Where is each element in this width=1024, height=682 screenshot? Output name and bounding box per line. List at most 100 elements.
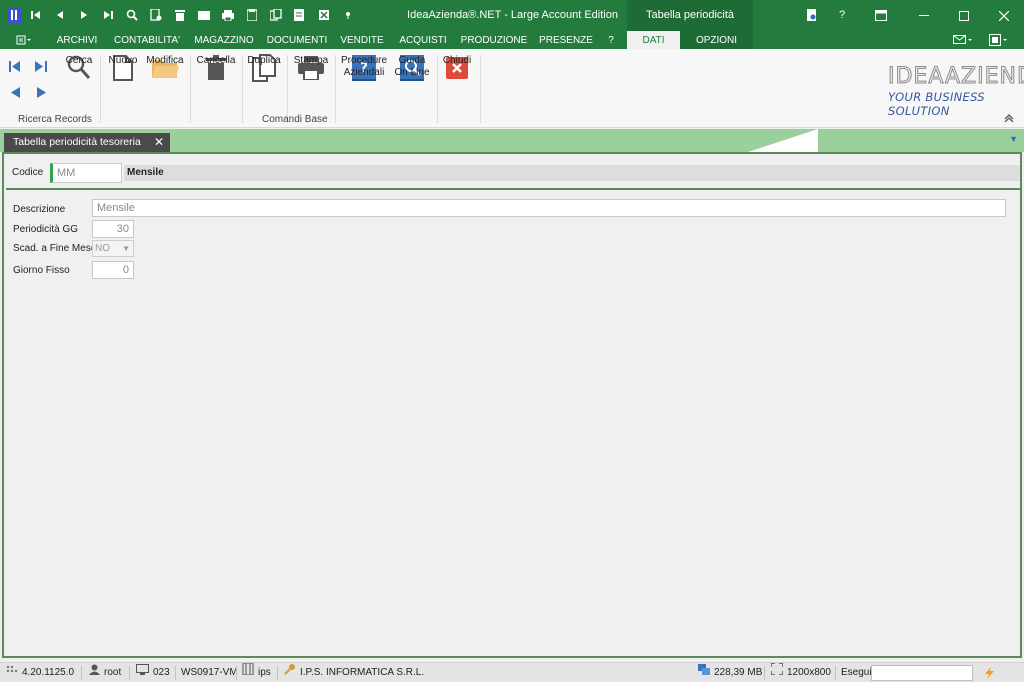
form-panel: Codice MM Mensile Descrizione Mensile Pe…: [2, 152, 1022, 658]
terminal-text: 023: [153, 667, 170, 678]
status-separator: [175, 666, 176, 680]
logo-main-text: IDEAAZIENDA: [888, 64, 1024, 89]
status-separator: [236, 666, 237, 680]
user-text: root: [104, 667, 122, 678]
fullscreen-icon: [770, 662, 784, 682]
scad-fine-mese-select[interactable]: NO ▼: [92, 240, 134, 257]
group-comandi-label: Comandi Base: [262, 114, 328, 125]
menu-vendite[interactable]: VENDITE: [336, 31, 388, 49]
ribbon-separator: [480, 55, 481, 123]
descrizione-label: Descrizione: [13, 204, 66, 215]
ribbon-previous-record-icon[interactable]: [11, 87, 20, 101]
stampa-button[interactable]: Stampa: [293, 53, 329, 83]
first-record-icon[interactable]: [26, 5, 46, 25]
edit-document-icon[interactable]: [290, 5, 310, 25]
version-status: 4.20.1125.0: [6, 663, 74, 682]
status-separator: [764, 666, 765, 680]
ribbon-last-record-icon[interactable]: [35, 61, 47, 75]
restore-ribbon-icon[interactable]: [871, 5, 891, 25]
ribbon-next-record-icon[interactable]: [37, 87, 46, 101]
print-icon[interactable]: [218, 5, 238, 25]
tab-dati[interactable]: DATI: [627, 31, 680, 49]
ribbon-first-record-icon[interactable]: [9, 61, 21, 75]
menu-help[interactable]: ?: [602, 31, 620, 49]
guida-label: Guida On Line: [394, 55, 430, 78]
last-record-icon[interactable]: [98, 5, 118, 25]
new-document-icon[interactable]: [146, 5, 166, 25]
close-icon[interactable]: [314, 5, 334, 25]
form-divider: [6, 188, 1020, 190]
memory-status: 228,39 MB: [698, 663, 762, 682]
esegui-input[interactable]: [871, 665, 973, 681]
company-status: I.P.S. INFORMATICA S.R.L.: [284, 663, 424, 682]
user-doc-icon[interactable]: [802, 5, 822, 25]
modifica-label: Modifica: [146, 55, 184, 66]
ribbon-separator: [437, 55, 438, 123]
descrizione-input[interactable]: Mensile: [92, 199, 1006, 217]
document-tab-label: Tabella periodicità tesoreria: [13, 136, 141, 148]
duplica-button[interactable]: Duplica: [247, 53, 281, 83]
layout-icon[interactable]: [984, 31, 1014, 49]
user-icon: [89, 663, 100, 682]
delete-icon[interactable]: [170, 5, 190, 25]
document-tab[interactable]: Tabella periodicità tesoreria ✕: [4, 133, 170, 152]
ribbon-separator: [242, 55, 243, 123]
tab-list-dropdown-icon[interactable]: ▼: [1009, 134, 1018, 144]
database-icon: [242, 662, 254, 682]
menu-documenti[interactable]: DOCUMENTI: [264, 31, 330, 49]
codice-row: Codice MM Mensile: [8, 161, 1020, 183]
strip-decoration: [748, 129, 818, 152]
file-menu-icon[interactable]: [12, 31, 36, 49]
chiudi-button[interactable]: Chiudi: [441, 53, 473, 83]
cerca-button[interactable]: Cerca: [63, 53, 95, 83]
modifica-button[interactable]: Modifica: [146, 53, 184, 83]
status-separator: [81, 666, 82, 680]
scad-fine-mese-label: Scad. a Fine Mese: [13, 243, 97, 254]
resolution-status: 1200x800: [770, 662, 831, 682]
ribbon: Cerca Ricerca Records Nuovo Modifica Can…: [0, 49, 1024, 128]
next-record-icon[interactable]: [74, 5, 94, 25]
lightning-icon[interactable]: [985, 663, 994, 682]
procedure-aziendali-button[interactable]: ? Procedure Aziendali: [341, 53, 387, 83]
user-status: root: [89, 663, 121, 682]
menu-presenze[interactable]: PRESENZE: [536, 31, 596, 49]
folder-icon[interactable]: [194, 5, 214, 25]
giorno-fisso-input[interactable]: 0: [92, 261, 134, 279]
guida-online-button[interactable]: Guida On Line: [393, 53, 431, 83]
collapse-ribbon-icon[interactable]: [1004, 114, 1014, 125]
close-window-button[interactable]: [984, 0, 1024, 31]
menu-archivi[interactable]: ARCHIVI: [52, 31, 102, 49]
codice-input[interactable]: MM: [50, 163, 122, 183]
chiudi-label: Chiudi: [442, 55, 472, 66]
quick-access-dropdown-icon[interactable]: [338, 5, 358, 25]
app-icon[interactable]: [5, 5, 25, 25]
previous-record-icon[interactable]: [50, 5, 70, 25]
minimize-button[interactable]: [904, 0, 944, 31]
cancella-button[interactable]: Cancella: [196, 53, 236, 83]
title-bar: IdeaAzienda®.NET - Large Account Edition…: [0, 0, 1024, 52]
copy-icon[interactable]: [266, 5, 286, 25]
status-separator: [129, 666, 130, 680]
ribbon-separator: [190, 55, 191, 123]
menu-contabilita[interactable]: CONTABILITA': [108, 31, 186, 49]
tab-opzioni[interactable]: OPZIONI: [680, 31, 753, 49]
grip-icon: [6, 663, 18, 682]
nuovo-button[interactable]: Nuovo: [106, 53, 140, 83]
duplica-label: Duplica: [247, 55, 281, 66]
giorno-fisso-label: Giorno Fisso: [13, 265, 70, 276]
status-bar: 4.20.1125.0 root 023 WS0917-VM ips I.P.S…: [0, 662, 1024, 682]
company-text: I.P.S. INFORMATICA S.R.L.: [300, 667, 425, 678]
calendar-icon[interactable]: [242, 5, 262, 25]
menu-produzione[interactable]: PRODUZIONE: [458, 31, 530, 49]
search-icon[interactable]: [122, 5, 142, 25]
help-icon[interactable]: ?: [832, 5, 852, 25]
menu-magazzino[interactable]: MAGAZZINO: [192, 31, 256, 49]
database-status: ips: [242, 662, 271, 682]
periodicita-input[interactable]: 30: [92, 220, 134, 238]
menu-acquisti[interactable]: ACQUISTI: [394, 31, 452, 49]
maximize-button[interactable]: [944, 0, 984, 31]
mail-icon[interactable]: [948, 31, 978, 49]
tab-close-icon[interactable]: ✕: [154, 133, 164, 152]
procedure-label: Procedure Aziendali: [340, 55, 388, 78]
resolution-text: 1200x800: [787, 667, 831, 678]
